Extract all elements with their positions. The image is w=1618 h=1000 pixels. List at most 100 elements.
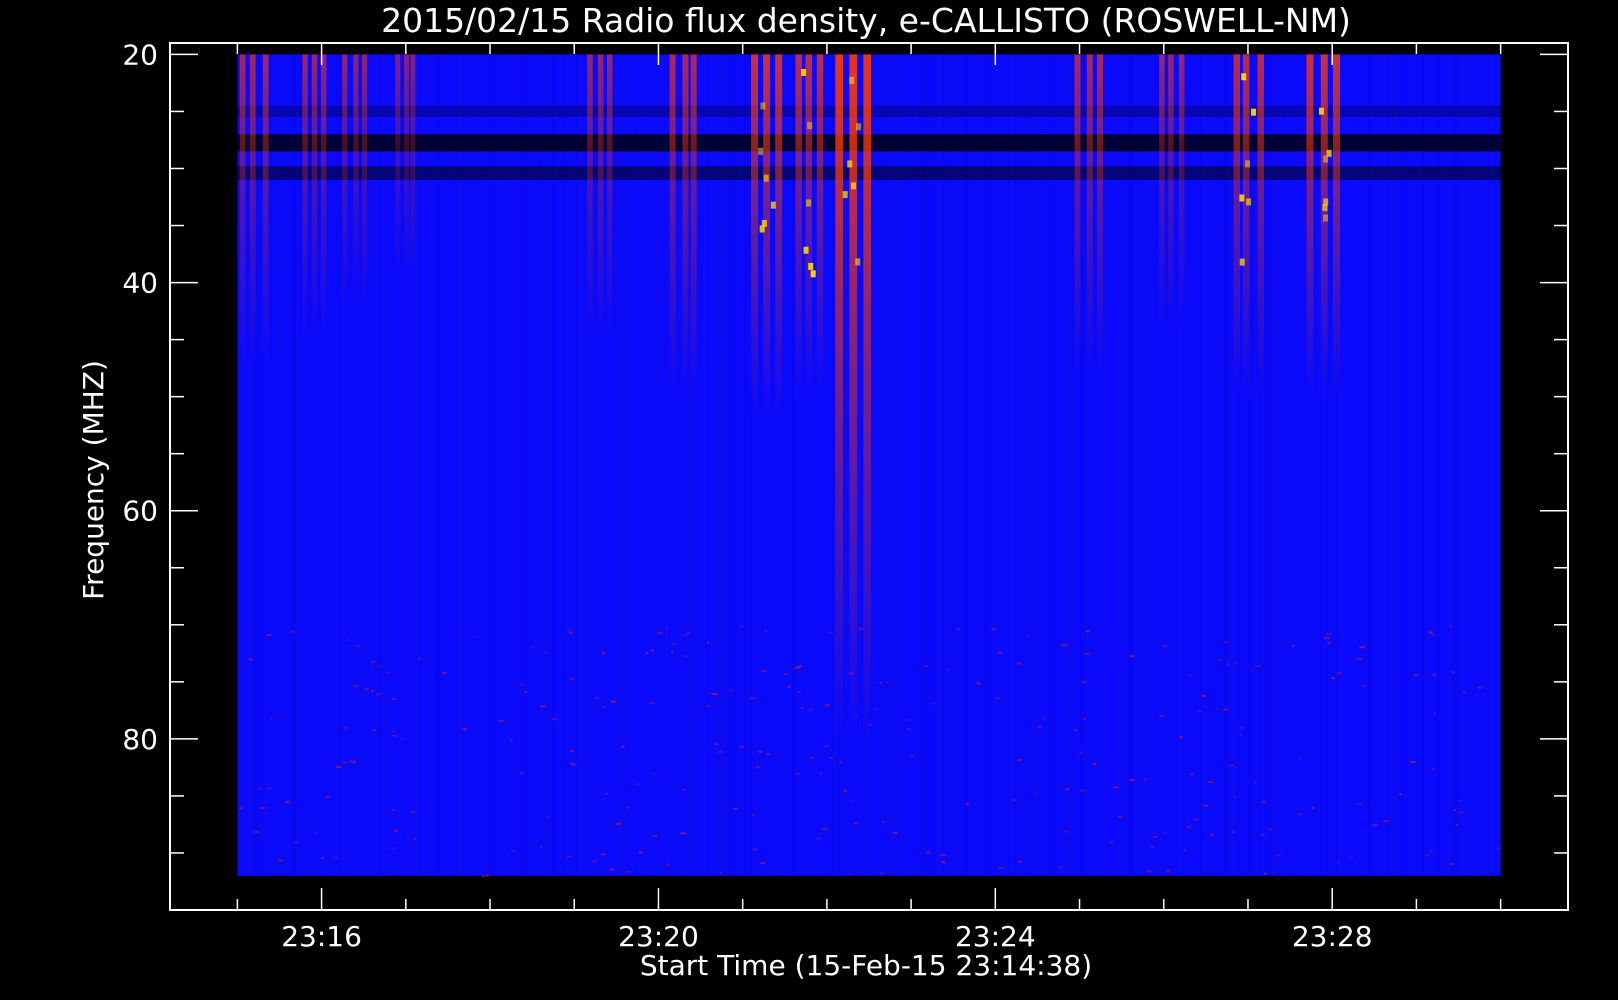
noise-speck [849,800,853,803]
noise-speck [858,627,864,630]
noise-speck [808,708,813,711]
noise-speck [1459,799,1462,802]
burst-hotspot [856,123,862,131]
burst-streak [669,54,676,397]
noise-speck [392,734,397,737]
noise-speck [1383,820,1389,823]
noise-speck [342,761,348,764]
noise-speck [1151,845,1154,848]
noise-speck [259,807,265,810]
noise-speck [1219,659,1222,662]
burst-streak [863,54,872,739]
noise-speck [764,629,768,632]
burst-streak [353,54,359,306]
noise-speck [1359,646,1365,649]
noise-speck [855,715,858,718]
noise-speck [719,871,722,874]
noise-speck [1081,681,1087,684]
noise-speck [1409,761,1416,764]
noise-speck [1261,800,1267,803]
noise-speck [610,700,616,703]
noise-speck [609,868,615,871]
noise-speck [1372,824,1378,827]
noise-speck [847,873,851,876]
burst-streak [816,54,824,397]
noise-speck [544,651,548,654]
noise-speck [880,872,884,875]
noise-speck [715,743,719,746]
noise-speck [1448,863,1454,866]
noise-speck [1239,726,1244,729]
noise-speck [277,859,284,862]
noise-speck [539,705,546,708]
noise-speck [524,690,527,693]
burst-streak [795,54,802,397]
noise-speck [267,787,273,790]
noise-speck [294,841,298,844]
noise-speck [869,723,873,726]
burst-hotspot [1246,198,1252,206]
burst-streak [606,54,613,340]
noise-speck [650,649,655,652]
noise-speck [794,772,800,775]
burst-hotspot [849,76,855,84]
noise-speck [825,704,830,707]
noise-speck [418,657,421,660]
noise-speck [997,651,1003,654]
noise-speck [568,631,574,634]
burst-hotspot [855,258,861,266]
burst-hotspot [770,201,776,209]
noise-speck [965,803,969,806]
burst-hotspot [808,262,814,270]
burst-streak [361,54,368,306]
noise-speck [821,827,828,830]
noise-speck [1462,691,1467,694]
burst-hotspot [842,191,848,199]
noise-speck [760,862,766,865]
noise-speck [1234,766,1238,769]
noise-speck [1197,710,1202,713]
noise-speck [732,807,739,810]
burst-streak [404,54,410,283]
noise-speck [1451,671,1455,674]
noise-speck [1327,642,1331,645]
noise-speck [994,697,1001,700]
noise-speck [1455,824,1459,827]
noise-speck [853,821,858,824]
noise-speck [645,651,648,654]
noise-speck [1079,751,1084,754]
burst-streak [1242,54,1250,397]
y-axis-label: Frequency (MHZ) [77,360,110,600]
noise-speck [385,672,389,675]
noise-speck [879,681,882,684]
noise-speck [625,870,632,873]
burst-hotspot [1239,194,1245,202]
noise-speck [1146,870,1152,873]
noise-speck [729,689,733,692]
noise-speck [1225,663,1231,666]
burst-streak [1178,54,1185,329]
noise-speck [885,681,889,684]
noise-speck [392,698,396,701]
noise-speck [1189,773,1194,776]
noise-speck [1323,637,1330,640]
noise-speck [828,756,834,759]
noise-speck [1223,708,1228,711]
noise-speck [906,728,911,731]
noise-speck [334,856,339,859]
burst-hotspot [763,174,769,182]
noise-speck [1079,789,1086,792]
noise-speck [239,807,243,810]
noise-speck [1165,869,1171,872]
noise-speck [828,631,834,634]
noise-speck [787,685,791,688]
noise-speck [1064,788,1070,791]
heatmap-texture-column [1500,54,1503,876]
burst-streak [320,54,327,340]
noise-speck [390,809,395,812]
noise-speck [567,628,571,631]
noise-speck [1337,672,1342,675]
burst-streak [587,54,593,340]
noise-speck [520,683,524,686]
x-tick-label: 23:16 [281,920,362,953]
